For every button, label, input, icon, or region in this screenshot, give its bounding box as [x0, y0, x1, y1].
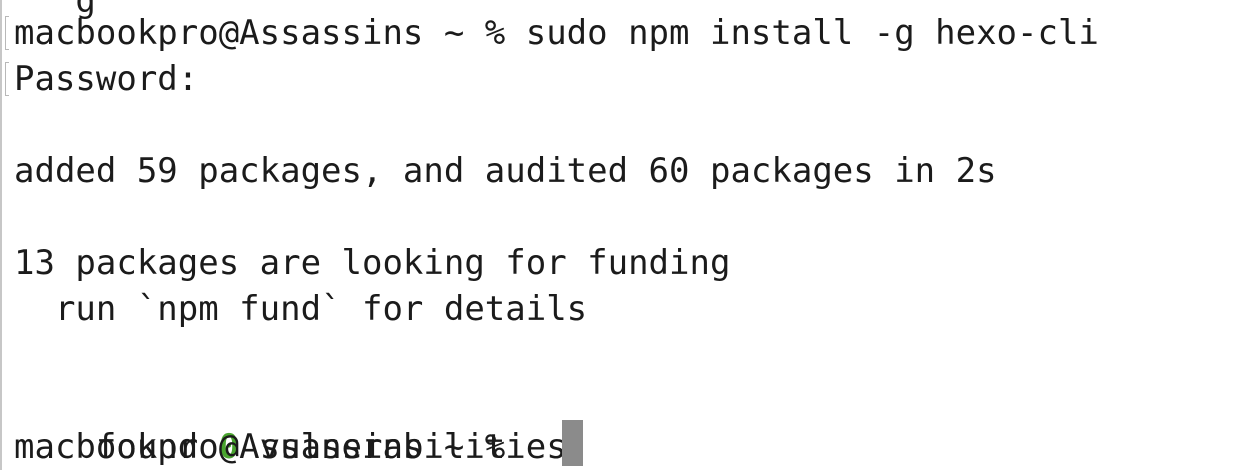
terminal-left-border — [0, 0, 2, 470]
shell-prompt: macbookpro@Assassins ~ % — [14, 427, 526, 467]
terminal-window[interactable]: g macbookpro@Assassins ~ % sudo npm inst… — [0, 0, 1260, 470]
funding-hint: run `npm fund` for details — [14, 289, 588, 329]
password-mark — [5, 62, 9, 96]
text-cursor[interactable] — [562, 420, 583, 466]
password-prompt: Password: — [14, 59, 199, 99]
command-mark — [5, 16, 9, 50]
command-line: macbookpro@Assassins ~ % sudo npm instal… — [14, 13, 1099, 53]
vulnerabilities-line: found 0 vulnerabilities — [14, 378, 567, 467]
funding-message: 13 packages are looking for funding — [14, 243, 731, 283]
install-summary: added 59 packages, and audited 60 packag… — [14, 151, 997, 191]
